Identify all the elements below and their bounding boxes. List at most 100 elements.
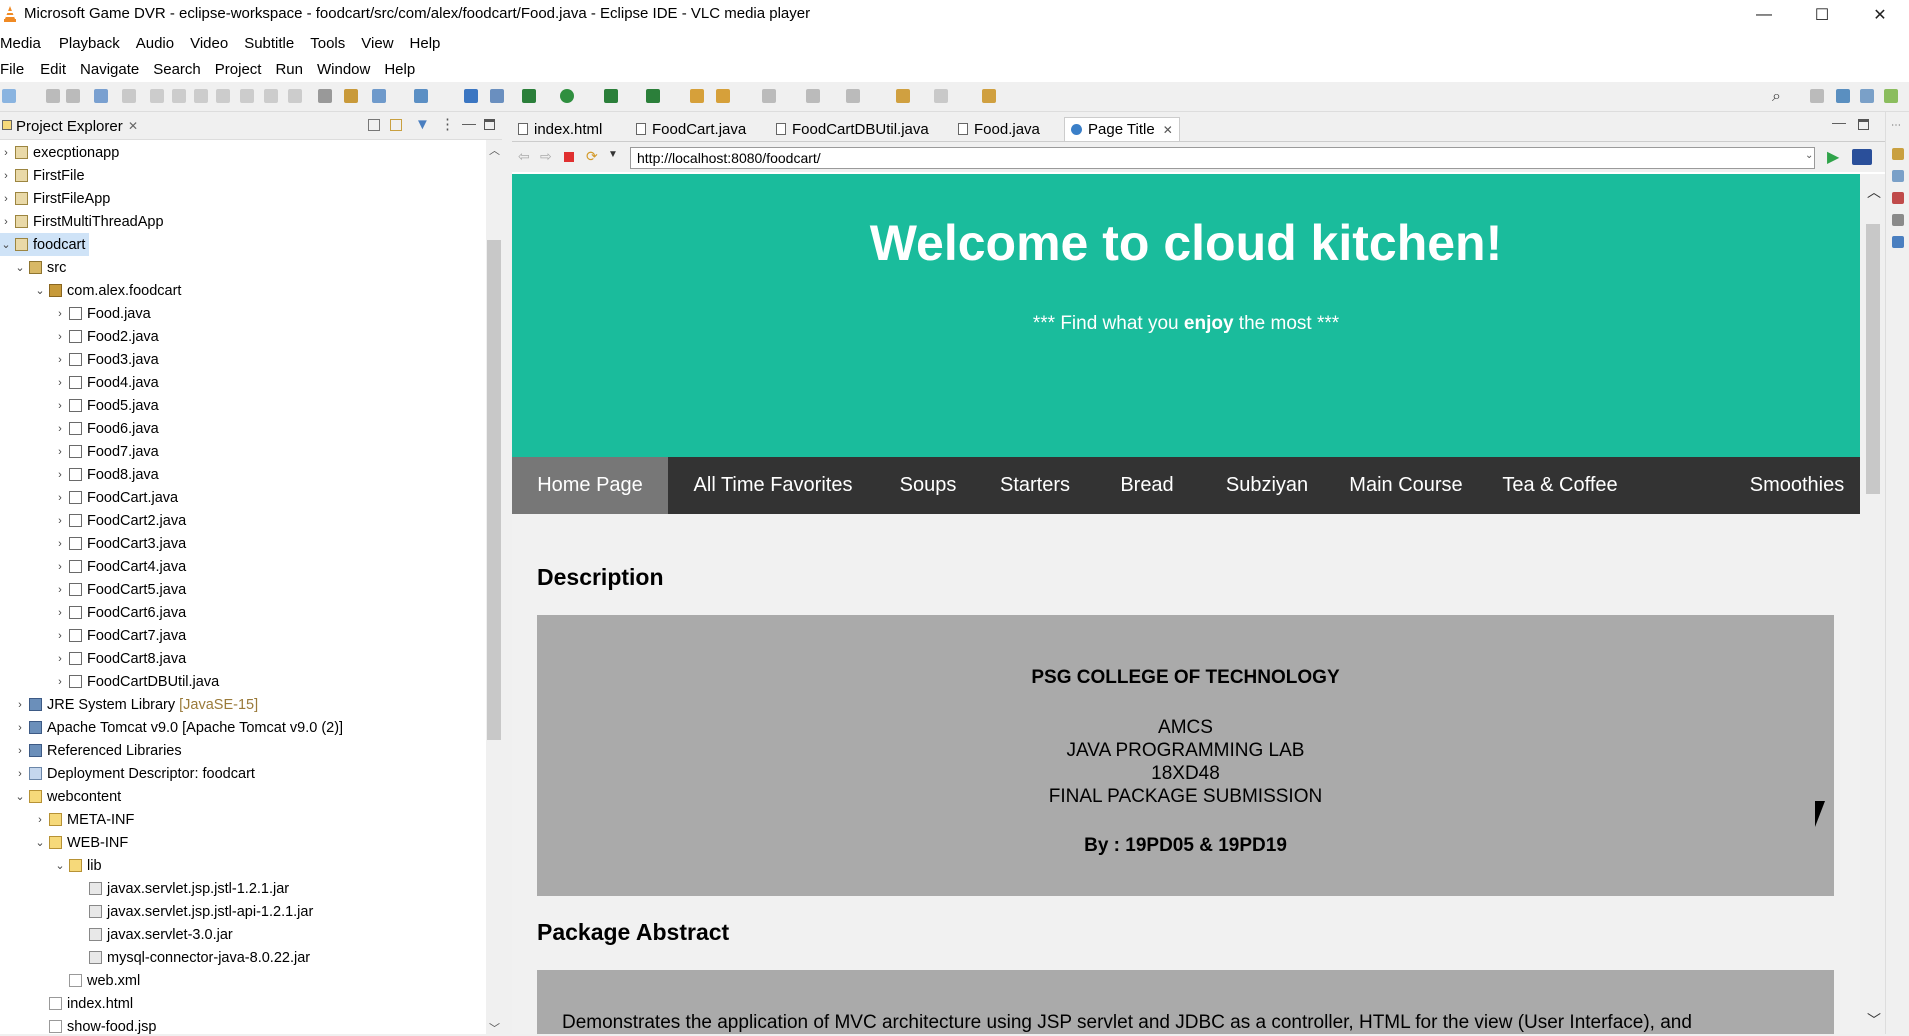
- console-view-icon[interactable]: [1892, 236, 1904, 248]
- forward-icon[interactable]: [934, 89, 948, 103]
- back-icon[interactable]: [896, 89, 910, 103]
- scroll-up-icon[interactable]: ︿: [489, 142, 500, 158]
- menu-run[interactable]: Run: [275, 61, 317, 78]
- save-all-icon[interactable]: [66, 89, 80, 103]
- tree-item[interactable]: › FirstMultiThreadApp: [0, 210, 163, 233]
- chevron-right-icon[interactable]: ›: [54, 354, 66, 366]
- chevron-down-icon[interactable]: ⌄: [34, 284, 46, 297]
- history-dropdown-icon[interactable]: ▼: [608, 149, 618, 160]
- maximize-button[interactable]: ☐: [1793, 0, 1851, 30]
- skip-breakpoints-icon[interactable]: [122, 89, 136, 103]
- minimize-button[interactable]: —: [1735, 0, 1793, 30]
- chevron-right-icon[interactable]: ›: [14, 768, 26, 780]
- tree-item[interactable]: › FoodCart4.java: [0, 555, 186, 578]
- maximize-editor-icon[interactable]: [1858, 119, 1869, 130]
- chevron-right-icon[interactable]: ›: [54, 469, 66, 481]
- tree-item[interactable]: web.xml: [0, 969, 140, 992]
- new-icon[interactable]: [2, 89, 16, 103]
- browser-stop-icon[interactable]: [564, 152, 574, 162]
- nav-home-page[interactable]: Home Page: [512, 457, 668, 514]
- link-editor-icon[interactable]: [390, 119, 402, 131]
- chevron-right-icon[interactable]: ›: [14, 699, 26, 711]
- tree-item[interactable]: show-food.jsp: [0, 1015, 156, 1034]
- open-task-icon[interactable]: [344, 89, 358, 103]
- chevron-right-icon[interactable]: ›: [54, 676, 66, 688]
- disconnect-icon[interactable]: [216, 89, 230, 103]
- tree-item[interactable]: ⌄ com.alex.foodcart: [0, 279, 181, 302]
- menu-navigate[interactable]: Navigate: [80, 61, 153, 78]
- url-input[interactable]: http://localhost:8080/foodcart/: [630, 147, 1815, 169]
- run-icon[interactable]: [560, 89, 574, 103]
- step-into-icon[interactable]: [240, 89, 254, 103]
- prev-annotation-icon[interactable]: [806, 89, 820, 103]
- tree-item[interactable]: javax.servlet.jsp.jstl-api-1.2.1.jar: [0, 900, 313, 923]
- java-ee-perspective-icon[interactable]: [1836, 89, 1850, 103]
- tree-item[interactable]: › JRE System Library [JavaSE-15]: [0, 693, 258, 716]
- servers-view-icon[interactable]: [1892, 214, 1904, 226]
- new-server-icon[interactable]: [372, 89, 386, 103]
- outline-view-icon[interactable]: [1892, 148, 1904, 160]
- debug-perspective-icon[interactable]: [1860, 89, 1874, 103]
- tree-item[interactable]: › FoodCart.java: [0, 486, 178, 509]
- tree-item[interactable]: › FirstFileApp: [0, 187, 110, 210]
- open-browser-icon[interactable]: [490, 89, 504, 103]
- tree-item[interactable]: › FoodCart7.java: [0, 624, 186, 647]
- menu-video[interactable]: Video: [190, 35, 244, 52]
- url-dropdown-icon[interactable]: ⌄: [1805, 150, 1813, 161]
- nav-all-time-favorites[interactable]: All Time Favorites: [668, 457, 878, 514]
- browser-forward-icon[interactable]: ⇨: [540, 148, 552, 165]
- tree-item[interactable]: ⌄ lib: [0, 854, 101, 877]
- terminate-icon[interactable]: [194, 89, 208, 103]
- tree-item[interactable]: › Referenced Libraries: [0, 739, 181, 762]
- chevron-right-icon[interactable]: ›: [54, 607, 66, 619]
- chevron-right-icon[interactable]: ›: [54, 561, 66, 573]
- tree-item[interactable]: › Food.java: [0, 302, 151, 325]
- tree-item[interactable]: › Food7.java: [0, 440, 159, 463]
- nav-bread[interactable]: Bread: [1092, 457, 1202, 514]
- chevron-right-icon[interactable]: ›: [54, 584, 66, 596]
- tree-item[interactable]: › FirstFile: [0, 164, 84, 187]
- tab-index-html[interactable]: index.html: [518, 117, 602, 141]
- view-menu-icon[interactable]: ⋮: [440, 115, 455, 133]
- external-tools-icon[interactable]: [646, 89, 660, 103]
- tree-item[interactable]: › Food3.java: [0, 348, 159, 371]
- chevron-right-icon[interactable]: ›: [14, 745, 26, 757]
- tree-item[interactable]: ⌄ src: [0, 256, 66, 279]
- menu-file[interactable]: File: [0, 61, 40, 78]
- chevron-down-icon[interactable]: ⌄: [54, 859, 66, 872]
- chevron-down-icon[interactable]: ⌄: [34, 836, 46, 849]
- browser-back-icon[interactable]: ⇦: [518, 148, 530, 165]
- chevron-right-icon[interactable]: ›: [54, 446, 66, 458]
- menu-search[interactable]: Search: [153, 61, 215, 78]
- chevron-right-icon[interactable]: ›: [0, 193, 12, 205]
- java-perspective-icon[interactable]: [1884, 89, 1898, 103]
- problems-view-icon[interactable]: [1892, 192, 1904, 204]
- chevron-right-icon[interactable]: ›: [54, 492, 66, 504]
- resume-icon[interactable]: [150, 89, 164, 103]
- maximize-view-icon[interactable]: [484, 119, 495, 130]
- nav-soups[interactable]: Soups: [878, 457, 978, 514]
- tab-foodcartdbutil-java[interactable]: FoodCartDBUtil.java: [776, 117, 929, 141]
- terminal-icon[interactable]: [94, 89, 108, 103]
- chevron-right-icon[interactable]: ›: [54, 423, 66, 435]
- tree-item[interactable]: › Food6.java: [0, 417, 159, 440]
- tree-item[interactable]: › execptionapp: [0, 141, 119, 164]
- pin-editor-icon[interactable]: [982, 89, 996, 103]
- menu-subtitle[interactable]: Subtitle: [244, 35, 310, 52]
- go-icon[interactable]: ▶: [1827, 147, 1839, 167]
- chevron-right-icon[interactable]: ›: [54, 630, 66, 642]
- chevron-right-icon[interactable]: ›: [14, 722, 26, 734]
- open-perspective-icon[interactable]: [1810, 89, 1824, 103]
- tree-item[interactable]: ⌄ WEB-INF: [0, 831, 128, 854]
- globe-icon[interactable]: [464, 89, 478, 103]
- tree-item[interactable]: › Food8.java: [0, 463, 159, 486]
- tree-item[interactable]: › Food2.java: [0, 325, 159, 348]
- tree-item[interactable]: › META-INF: [0, 808, 134, 831]
- next-annotation-icon[interactable]: [762, 89, 776, 103]
- tree-item[interactable]: › Apache Tomcat v9.0 [Apache Tomcat v9.0 …: [0, 716, 343, 739]
- chevron-right-icon[interactable]: ›: [54, 308, 66, 320]
- tab-food-java[interactable]: Food.java: [958, 117, 1040, 141]
- collapse-all-icon[interactable]: [368, 119, 380, 131]
- tree-item[interactable]: mysql-connector-java-8.0.22.jar: [0, 946, 310, 969]
- last-edit-icon[interactable]: [846, 89, 860, 103]
